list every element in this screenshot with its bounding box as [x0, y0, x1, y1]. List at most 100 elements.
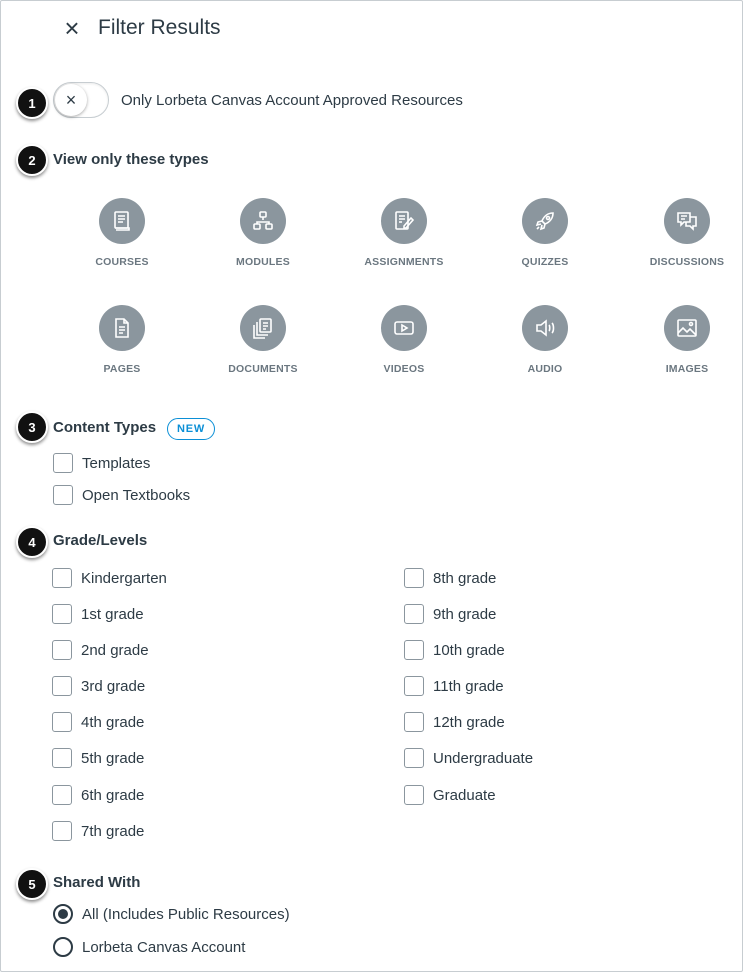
checkbox-open-textbooks[interactable]: Open Textbooks — [53, 485, 190, 505]
checkbox-label: 2nd grade — [81, 641, 149, 659]
checkbox-label: 6th grade — [81, 786, 145, 804]
checkbox-4th-grade[interactable]: 4th grade — [52, 712, 144, 732]
type-videos[interactable]: VIDEOS — [344, 305, 464, 375]
type-courses[interactable]: COURSES — [62, 198, 182, 268]
checkbox-box[interactable] — [53, 485, 73, 505]
checkbox-label: 8th grade — [433, 569, 497, 587]
checkbox-box[interactable] — [52, 748, 72, 768]
checkbox-label: Undergraduate — [433, 749, 534, 767]
audio-icon — [522, 305, 568, 351]
type-quizzes[interactable]: QUIZZES — [485, 198, 605, 268]
checkbox-label: Graduate — [433, 786, 496, 804]
checkbox-12th-grade[interactable]: 12th grade — [404, 712, 505, 732]
checkbox-8th-grade[interactable]: 8th grade — [404, 568, 496, 588]
type-modules[interactable]: MODULES — [203, 198, 323, 268]
radio-lorbeta-account[interactable]: Lorbeta Canvas Account — [53, 937, 245, 957]
checkbox-box[interactable] — [404, 748, 424, 768]
checkbox-box[interactable] — [52, 604, 72, 624]
radio-button[interactable] — [53, 904, 73, 924]
checkbox-kindergarten[interactable]: Kindergarten — [52, 568, 167, 588]
checkbox-label: 1st grade — [81, 605, 144, 623]
radio-button[interactable] — [53, 937, 73, 957]
new-badge: NEW — [167, 418, 216, 440]
checkbox-templates[interactable]: Templates — [53, 453, 150, 473]
checkbox-box[interactable] — [404, 676, 424, 696]
close-button[interactable]: × — [61, 15, 83, 41]
page-icon — [99, 305, 145, 351]
video-icon — [381, 305, 427, 351]
shared-with-heading: Shared With — [53, 874, 141, 891]
approved-resources-label: Only Lorbeta Canvas Account Approved Res… — [121, 92, 463, 109]
type-label: COURSES — [95, 256, 149, 268]
type-label: IMAGES — [665, 363, 709, 375]
checkbox-box[interactable] — [52, 821, 72, 841]
type-label: PAGES — [103, 363, 141, 375]
type-assignments[interactable]: ASSIGNMENTS — [344, 198, 464, 268]
documents-icon — [240, 305, 286, 351]
type-label: ASSIGNMENTS — [364, 256, 444, 268]
checkbox-label: Templates — [82, 454, 151, 472]
checkbox-label: Open Textbooks — [82, 486, 191, 504]
type-images[interactable]: IMAGES — [627, 305, 743, 375]
checkbox-box[interactable] — [52, 712, 72, 732]
callout-marker-1: 1 — [16, 87, 48, 119]
radio-all-public[interactable]: All (Includes Public Resources) — [53, 904, 290, 924]
checkbox-2nd-grade[interactable]: 2nd grade — [52, 640, 149, 660]
types-heading: View only these types — [53, 151, 209, 168]
checkbox-9th-grade[interactable]: 9th grade — [404, 604, 496, 624]
checkbox-box[interactable] — [53, 453, 73, 473]
course-icon — [99, 198, 145, 244]
quiz-rocket-icon — [522, 198, 568, 244]
checkbox-box[interactable] — [404, 604, 424, 624]
callout-marker-5: 5 — [16, 868, 48, 900]
toggle-knob-x-icon: × — [55, 84, 87, 116]
content-types-heading: Content Types — [53, 419, 157, 436]
checkbox-label: 11th grade — [433, 677, 504, 695]
checkbox-undergraduate[interactable]: Undergraduate — [404, 748, 533, 768]
grade-levels-heading: Grade/Levels — [53, 532, 148, 549]
checkbox-5th-grade[interactable]: 5th grade — [52, 748, 144, 768]
checkbox-box[interactable] — [52, 785, 72, 805]
filter-panel: × Filter Results 1 × Only Lorbeta Canvas… — [0, 0, 743, 972]
checkbox-box[interactable] — [404, 568, 424, 588]
checkbox-graduate[interactable]: Graduate — [404, 785, 496, 805]
checkbox-label: Kindergarten — [81, 569, 167, 587]
assignment-icon — [381, 198, 427, 244]
checkbox-label: 12th grade — [433, 713, 505, 731]
type-label: DOCUMENTS — [228, 363, 298, 375]
checkbox-box[interactable] — [404, 712, 424, 732]
checkbox-label: 4th grade — [81, 713, 145, 731]
checkbox-label: 10th grade — [433, 641, 505, 659]
checkbox-10th-grade[interactable]: 10th grade — [404, 640, 505, 660]
type-documents[interactable]: DOCUMENTS — [203, 305, 323, 375]
checkbox-3rd-grade[interactable]: 3rd grade — [52, 676, 145, 696]
checkbox-6th-grade[interactable]: 6th grade — [52, 785, 144, 805]
callout-marker-2: 2 — [16, 144, 48, 176]
radio-selected-dot — [58, 909, 68, 919]
checkbox-7th-grade[interactable]: 7th grade — [52, 821, 144, 841]
checkbox-label: 7th grade — [81, 822, 145, 840]
checkbox-11th-grade[interactable]: 11th grade — [404, 676, 504, 696]
checkbox-1st-grade[interactable]: 1st grade — [52, 604, 144, 624]
type-label: AUDIO — [527, 363, 563, 375]
modules-icon — [240, 198, 286, 244]
type-pages[interactable]: PAGES — [62, 305, 182, 375]
checkbox-label: 5th grade — [81, 749, 145, 767]
type-audio[interactable]: AUDIO — [485, 305, 605, 375]
callout-marker-4: 4 — [16, 526, 48, 558]
type-label: QUIZZES — [521, 256, 569, 268]
type-discussions[interactable]: DISCUSSIONS — [627, 198, 743, 268]
checkbox-label: 9th grade — [433, 605, 497, 623]
type-label: VIDEOS — [383, 363, 425, 375]
callout-marker-3: 3 — [16, 411, 48, 443]
approved-resources-toggle[interactable]: × — [53, 82, 109, 118]
checkbox-box[interactable] — [404, 785, 424, 805]
checkbox-box[interactable] — [52, 568, 72, 588]
type-label: DISCUSSIONS — [649, 256, 725, 268]
checkbox-box[interactable] — [52, 676, 72, 696]
checkbox-box[interactable] — [52, 640, 72, 660]
image-icon — [664, 305, 710, 351]
checkbox-box[interactable] — [404, 640, 424, 660]
radio-label: Lorbeta Canvas Account — [82, 938, 246, 956]
discussion-icon — [664, 198, 710, 244]
